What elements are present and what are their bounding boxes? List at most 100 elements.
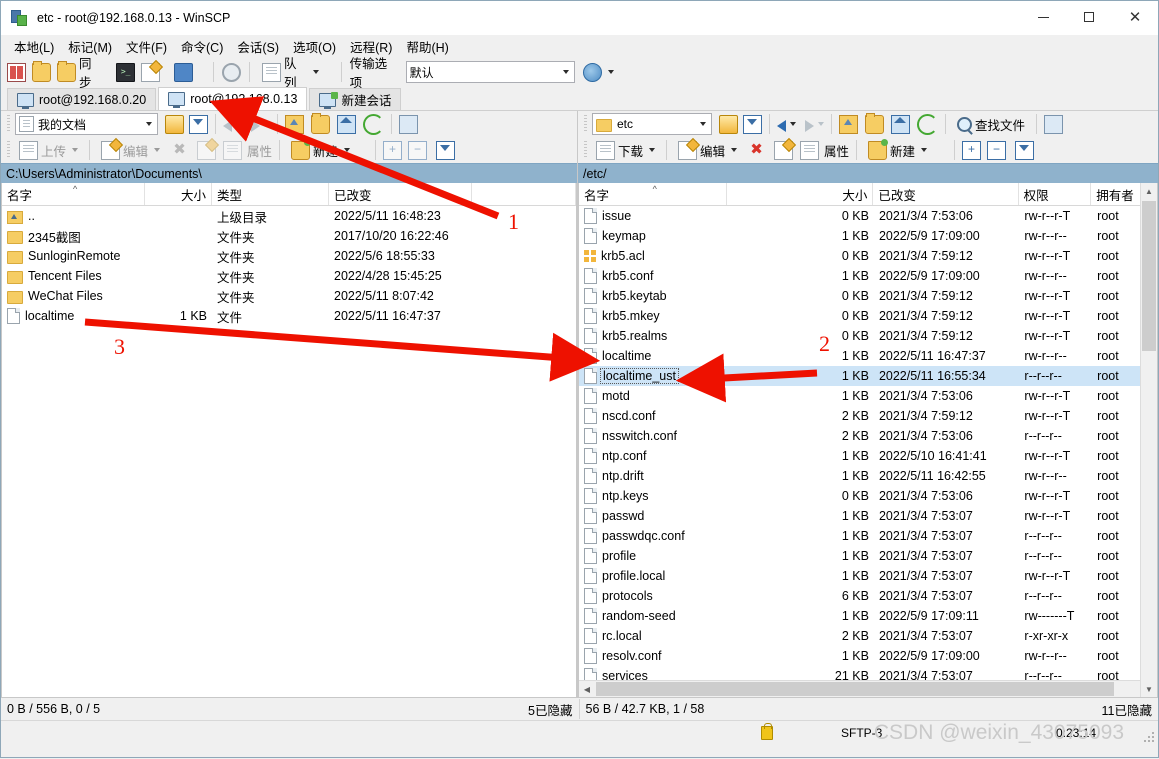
table-row[interactable]: keymap 1 KB 2022/5/9 17:09:00 rw-r--r-- root [579,226,1157,246]
filter-icon[interactable] [743,114,762,134]
local-col-changed[interactable]: 已改变 [329,183,472,205]
remote-properties-label[interactable]: 属性 [824,141,849,160]
table-row[interactable]: protocols 6 KB 2021/3/4 7:53:07 r--r--r-- ro… [579,586,1157,606]
home-directory-icon[interactable] [891,114,910,134]
open-directory-icon[interactable] [165,114,184,134]
table-row[interactable]: ntp.keys 0 KB 2021/3/4 7:53:06 rw-r--r-T roo… [579,486,1157,506]
rename-icon[interactable] [197,140,217,160]
maximize-button[interactable] [1066,1,1112,33]
find-files-button[interactable]: 查找文件 [953,113,1029,136]
table-row[interactable]: random-seed 1 KB 2022/5/9 17:09:11 rw------… [579,606,1157,626]
download-button[interactable]: 下载 [592,139,659,162]
bookmark-icon[interactable] [1044,114,1064,134]
root-directory-icon[interactable] [311,112,330,134]
download-caret[interactable] [649,148,656,152]
back-history-caret[interactable] [790,122,796,126]
table-row[interactable]: localtime 1 KB 文件 2022/5/11 16:47:37 [2,306,576,326]
refresh-icon[interactable] [363,113,384,135]
local-col-name[interactable]: 名字 ^ [2,183,145,205]
local-path-bar[interactable]: C:\Users\Administrator\Documents\ [1,163,577,183]
select-group-icon[interactable]: + [962,140,982,160]
synchronize-button[interactable]: 同步 [53,51,106,93]
table-row[interactable]: krb5.keytab 0 KB 2021/3/4 7:59:12 rw-r--r-T… [579,286,1157,306]
menu-help[interactable]: 帮助(H) [399,35,455,58]
chevron-down-icon[interactable] [700,122,706,126]
remote-new-button[interactable]: 新建 [864,138,931,162]
remote-file-list[interactable]: 名字 ^ 大小 已改变 权限 拥有者 issue 0 KB 2021/3/4 7:5… [578,183,1158,698]
table-row[interactable]: profile.local 1 KB 2021/3/4 7:53:07 rw-r--r… [579,566,1157,586]
close-button[interactable]: ✕ [1112,1,1158,33]
remote-col-owner[interactable]: 拥有者 [1091,183,1147,205]
menu-files[interactable]: 文件(F) [119,35,174,58]
session-tab-0[interactable]: root@192.168.0.20 [7,88,157,110]
new-session-tab[interactable]: 新建会话 [309,88,402,110]
table-row[interactable]: issue 0 KB 2021/3/4 7:53:06 rw-r--r-T root [579,206,1157,226]
parent-directory-icon[interactable] [839,114,858,134]
edit-caret[interactable] [154,148,161,152]
forward-history-caret[interactable] [818,122,824,126]
table-row[interactable]: .. 上级目录 2022/5/11 16:48:23 [2,206,576,226]
back-history-caret[interactable] [236,122,242,126]
open-in-putty-icon[interactable] [141,62,161,82]
upload-caret[interactable] [72,148,79,152]
menu-commands[interactable]: 命令(C) [174,35,230,58]
session-tab-1[interactable]: root@192.168.0.13 [158,87,308,110]
remote-horizontal-scrollbar[interactable]: ◀ ▶ [579,680,1157,697]
edit-button[interactable]: 编辑 [97,139,164,162]
sync-browsing-icon[interactable] [32,60,51,82]
queue-dropdown-caret[interactable] [312,70,319,74]
unselect-group-icon[interactable]: − [408,140,428,160]
preferences-gear-icon[interactable] [222,62,242,82]
root-directory-icon[interactable] [865,112,884,134]
remote-col-changed[interactable]: 已改变 [873,183,1019,205]
table-row[interactable]: krb5.conf 1 KB 2022/5/9 17:09:00 rw-r--r-- r… [579,266,1157,286]
forward-history-caret[interactable] [264,122,270,126]
open-directory-icon[interactable] [719,114,738,134]
scroll-down-icon[interactable]: ▼ [1141,681,1157,697]
table-row[interactable]: services 21 KB 2021/3/4 7:53:07 r--r--r-- ro… [579,666,1157,680]
table-row[interactable]: WeChat Files 文件夹 2022/5/11 8:07:42 [2,286,576,306]
delete-icon[interactable]: ✖ [171,142,188,159]
remote-edit-button[interactable]: 编辑 [674,139,741,162]
copy-icon[interactable] [223,140,243,160]
table-row[interactable]: resolv.conf 1 KB 2022/5/9 17:09:00 rw-r--r-… [579,646,1157,666]
table-row[interactable]: rc.local 2 KB 2021/3/4 7:53:07 r-xr-xr-x roo… [579,626,1157,646]
new-button[interactable]: 新建 [287,138,354,162]
select-group-icon[interactable]: + [383,140,403,160]
new-caret[interactable] [344,148,351,152]
table-row[interactable]: SunloginRemote 文件夹 2022/5/6 18:55:33 [2,246,576,266]
upload-button[interactable]: 上传 [15,139,82,162]
table-row[interactable]: profile 1 KB 2021/3/4 7:53:07 r--r--r-- root [579,546,1157,566]
delete-icon[interactable]: ✖ [748,142,765,159]
commander-view-icon[interactable] [7,62,26,82]
parent-directory-icon[interactable] [285,114,304,134]
selection-filter-icon[interactable] [1015,140,1035,160]
copy-icon[interactable] [800,140,820,160]
table-row[interactable]: localtime 1 KB 2022/5/11 16:47:37 rw-r--r--… [579,346,1157,366]
scroll-left-icon[interactable]: ◀ [579,685,595,694]
table-row[interactable]: passwdqc.conf 1 KB 2021/3/4 7:53:07 r--r--r… [579,526,1157,546]
remote-dir-combo[interactable]: etc [592,113,712,135]
refresh-session-icon[interactable] [174,62,194,82]
local-drive-combo[interactable]: 我的文档 [15,113,158,135]
selection-filter-icon[interactable] [436,140,456,160]
table-row[interactable]: ntp.conf 1 KB 2022/5/10 16:41:41 rw-r--r-T r… [579,446,1157,466]
transfer-settings-caret[interactable] [607,70,614,74]
forward-icon[interactable] [805,119,814,132]
chevron-down-icon[interactable] [562,70,569,74]
local-file-list[interactable]: 名字 ^ 大小 类型 已改变 .. 上级目录 2022/5/11 16:48:23 2… [1,183,577,698]
home-directory-icon[interactable] [337,114,356,134]
table-row[interactable]: ntp.drift 1 KB 2022/5/11 16:42:55 rw-r--r--… [579,466,1157,486]
table-row[interactable]: Tencent Files 文件夹 2022/4/28 15:45:25 [2,266,576,286]
table-row[interactable]: motd 1 KB 2021/3/4 7:53:06 rw-r--r-T root [579,386,1157,406]
remote-new-caret[interactable] [921,148,928,152]
resize-grip[interactable] [1143,731,1155,743]
refresh-icon[interactable] [917,113,938,135]
bookmark-icon[interactable] [399,114,418,134]
table-row[interactable]: nscd.conf 2 KB 2021/3/4 7:59:12 rw-r--r-T ro… [579,406,1157,426]
scroll-up-icon[interactable]: ▲ [1141,183,1157,199]
table-row[interactable]: nsswitch.conf 2 KB 2021/3/4 7:53:06 r--r--r… [579,426,1157,446]
remote-col-permissions[interactable]: 权限 [1019,183,1092,205]
properties-label[interactable]: 属性 [247,141,272,160]
table-row[interactable]: krb5.mkey 0 KB 2021/3/4 7:59:12 rw-r--r-T ro… [579,306,1157,326]
